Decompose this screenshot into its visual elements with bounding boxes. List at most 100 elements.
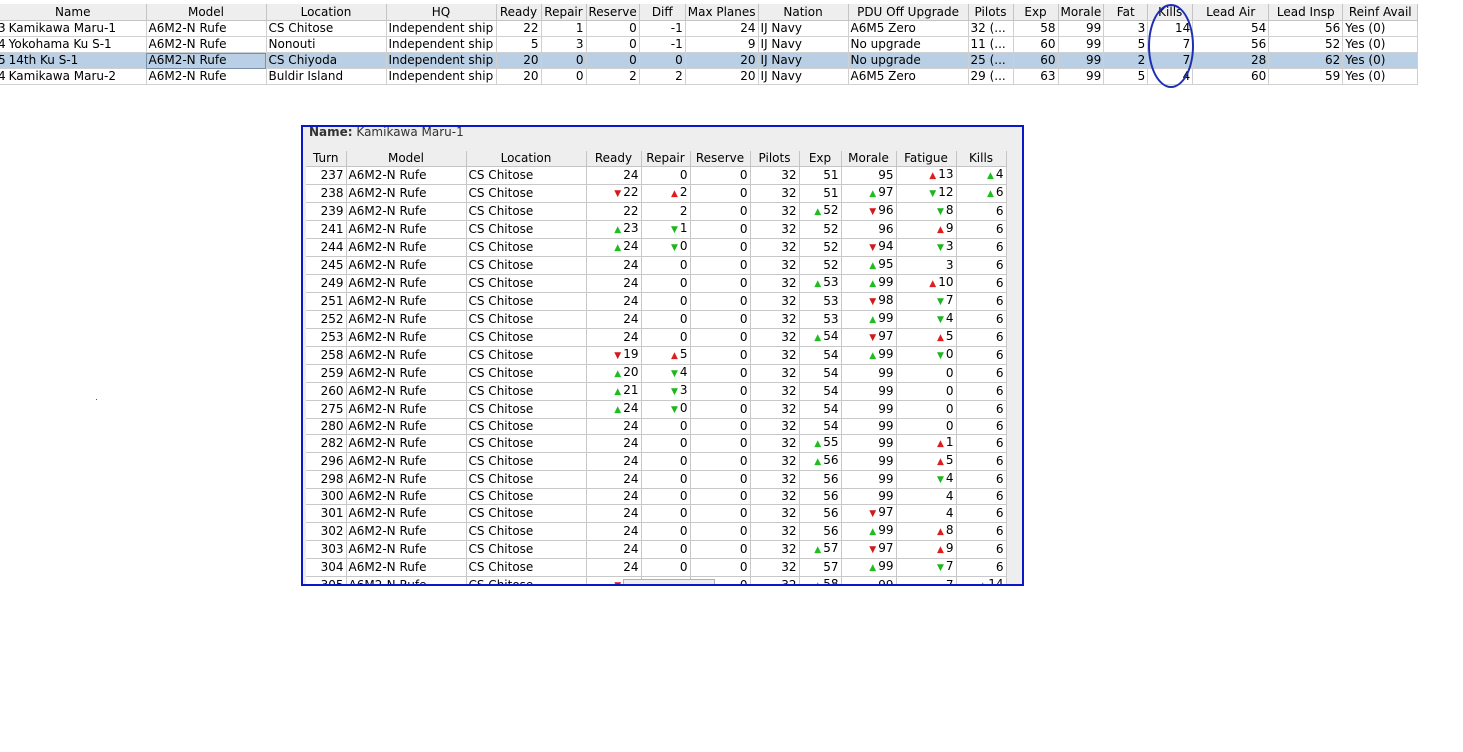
column-header-morale[interactable]: Morale xyxy=(1058,4,1105,21)
cell-morale[interactable]: 99 xyxy=(1058,20,1105,37)
history-row[interactable]: 259 A6M2-N Rufe CS Chitose ▲ 20 ▼ 4 0 32 54 99 0 6 xyxy=(306,364,1007,383)
column-header-reserve[interactable]: Reserve xyxy=(586,4,640,21)
column-header-kills[interactable]: Kills xyxy=(1147,4,1194,21)
history-row[interactable]: 245 A6M2-N Rufe CS Chitose 24 0 0 32 52 ▲ 95 3 6 xyxy=(306,256,1007,275)
cell-exp[interactable]: 58 xyxy=(1013,20,1059,37)
cell-name[interactable]: 4Kamikawa Maru-2 xyxy=(0,68,147,85)
column-header-ready[interactable]: Ready xyxy=(496,4,542,21)
cell-nation[interactable]: IJ Navy xyxy=(758,20,849,37)
cell-reserve[interactable]: 2 xyxy=(586,68,640,85)
cell-fat[interactable]: 5 xyxy=(1103,36,1149,53)
history-row[interactable]: 302 A6M2-N Rufe CS Chitose 24 0 0 32 56 ▲ 99 ▲ 8 6 xyxy=(306,522,1007,541)
history-row[interactable]: 252 A6M2-N Rufe CS Chitose 24 0 0 32 53 ▲ 99 ▼ 4 6 xyxy=(306,310,1007,329)
history-row[interactable]: 258 A6M2-N Rufe CS Chitose ▼ 19 ▲ 5 0 32 54 ▲ 99 ▼ 0 6 xyxy=(306,346,1007,365)
cell-repair[interactable]: 1 xyxy=(541,20,587,37)
history-header-repair[interactable]: Repair xyxy=(641,151,691,167)
history-row[interactable]: 260 A6M2-N Rufe CS Chitose ▲ 21 ▼ 3 0 32 54 99 0 6 xyxy=(306,382,1007,401)
cell-hq[interactable]: Independent ship xyxy=(386,20,497,37)
cell-pdu-off-upgrade[interactable]: No upgrade xyxy=(848,36,969,53)
history-row[interactable]: 237 A6M2-N Rufe CS Chitose 24 0 0 32 51 95 ▲ 13 ▲ 4 xyxy=(306,166,1007,185)
cell-diff[interactable]: -1 xyxy=(639,36,686,53)
cell-lead-insp[interactable]: 56 xyxy=(1268,20,1344,37)
history-row[interactable]: 253 A6M2-N Rufe CS Chitose 24 0 0 32 ▲ 54 ▼ 97 ▲ 5 6 xyxy=(306,328,1007,347)
cell-lead-air[interactable]: 54 xyxy=(1192,20,1270,37)
cell-nation[interactable]: IJ Navy xyxy=(758,52,849,69)
cell-hq[interactable]: Independent ship xyxy=(386,36,497,53)
history-header-pilots[interactable]: Pilots xyxy=(750,151,800,167)
cell-ready[interactable]: 5 xyxy=(496,36,542,53)
cell-repair[interactable]: 0 xyxy=(541,68,587,85)
column-header-fat[interactable]: Fat xyxy=(1103,4,1149,21)
cell-model[interactable]: A6M2-N Rufe xyxy=(146,36,267,53)
cell-lead-insp[interactable]: 62 xyxy=(1268,52,1344,69)
history-row[interactable]: 241 A6M2-N Rufe CS Chitose ▲ 23 ▼ 1 0 32 52 96 ▲ 9 6 xyxy=(306,220,1007,239)
history-header-turn[interactable]: Turn xyxy=(306,151,347,167)
cell-reinf-avail[interactable]: Yes (0) xyxy=(1342,52,1419,69)
cell-exp[interactable]: 60 xyxy=(1013,52,1059,69)
history-row[interactable]: 244 A6M2-N Rufe CS Chitose ▲ 24 ▼ 0 0 32 52 ▼ 94 ▼ 3 6 xyxy=(306,238,1007,257)
cell-location[interactable]: Buldir Island xyxy=(266,68,387,85)
history-header-morale[interactable]: Morale xyxy=(841,151,897,167)
cell-model[interactable]: A6M2-N Rufe xyxy=(146,20,267,37)
cell-reinf-avail[interactable]: Yes (0) xyxy=(1342,68,1419,85)
column-header-nation[interactable]: Nation xyxy=(758,4,849,21)
history-row[interactable]: 296 A6M2-N Rufe CS Chitose 24 0 0 32 ▲ 56 99 ▲ 5 6 xyxy=(306,452,1007,471)
history-header-fatigue[interactable]: Fatigue xyxy=(896,151,957,167)
cell-fat[interactable]: 3 xyxy=(1103,20,1149,37)
cell-location[interactable]: Nonouti xyxy=(266,36,387,53)
cell-model[interactable]: A6M2-N Rufe xyxy=(146,52,267,69)
column-header-model[interactable]: Model xyxy=(146,4,267,21)
cell-reinf-avail[interactable]: Yes (0) xyxy=(1342,36,1419,53)
history-row[interactable]: 280 A6M2-N Rufe CS Chitose 24 0 0 32 54 99 0 6 xyxy=(306,418,1007,435)
cell-name[interactable]: 514th Ku S-1 xyxy=(0,52,147,69)
cell-fat[interactable]: 5 xyxy=(1103,68,1149,85)
history-row[interactable]: 238 A6M2-N Rufe CS Chitose ▼ 22 ▲ 2 0 32 51 ▲ 97 ▼ 12… xyxy=(306,184,1007,203)
cell-lead-air[interactable]: 60 xyxy=(1192,68,1270,85)
cell-lead-air[interactable]: 28 xyxy=(1192,52,1270,69)
column-header-name[interactable]: Name xyxy=(0,4,147,21)
table-row[interactable]: 514th Ku S-1A6M2-N RufeCS ChiyodaIndepen… xyxy=(0,52,1419,69)
table-row[interactable]: 4Kamikawa Maru-2A6M2-N RufeBuldir Island… xyxy=(0,68,1419,85)
cell-max-planes[interactable]: 20 xyxy=(685,52,759,69)
cell-nation[interactable]: IJ Navy xyxy=(758,68,849,85)
column-header-hq[interactable]: HQ xyxy=(386,4,497,21)
column-header-lead-air[interactable]: Lead Air xyxy=(1192,4,1270,21)
cell-pdu-off-upgrade[interactable]: A6M5 Zero xyxy=(848,20,969,37)
cell-morale[interactable]: 99 xyxy=(1058,36,1105,53)
history-row[interactable]: 282 A6M2-N Rufe CS Chitose 24 0 0 32 ▲ 55 99 ▲ 1 6 xyxy=(306,434,1007,453)
cell-morale[interactable]: 99 xyxy=(1058,68,1105,85)
cell-diff[interactable]: 0 xyxy=(639,52,686,69)
cell-hq[interactable]: Independent ship xyxy=(386,52,497,69)
cell-nation[interactable]: IJ Navy xyxy=(758,36,849,53)
history-row[interactable]: 239 A6M2-N Rufe CS Chitose 22 2 0 32 ▲ 52 ▼ 96 ▼ 8 6 xyxy=(306,202,1007,221)
history-header-exp[interactable]: Exp xyxy=(799,151,842,167)
history-header-model[interactable]: Model xyxy=(346,151,467,167)
cell-location[interactable]: CS Chiyoda xyxy=(266,52,387,69)
history-row[interactable]: 303 A6M2-N Rufe CS Chitose 24 0 0 32 ▲ 57 ▼ 97 ▲ 9 6 xyxy=(306,540,1007,559)
cell-reserve[interactable]: 0 xyxy=(586,36,640,53)
history-header-ready[interactable]: Ready xyxy=(586,151,642,167)
column-header-lead-insp[interactable]: Lead Insp xyxy=(1268,4,1344,21)
cell-pilots[interactable]: 32 (... xyxy=(968,20,1014,37)
history-row[interactable]: 249 A6M2-N Rufe CS Chitose 24 0 0 32 ▲ 53 ▲ 99 ▲ 10 6 xyxy=(306,274,1007,293)
cell-pilots[interactable]: 25 (... xyxy=(968,52,1014,69)
cell-lead-insp[interactable]: 59 xyxy=(1268,68,1344,85)
history-header-kills[interactable]: Kills xyxy=(956,151,1007,167)
cell-max-planes[interactable]: 24 xyxy=(685,20,759,37)
cell-pilots[interactable]: 29 (... xyxy=(968,68,1014,85)
column-header-max-planes[interactable]: Max Planes xyxy=(685,4,759,21)
cell-model[interactable]: A6M2-N Rufe xyxy=(146,68,267,85)
cell-reserve[interactable]: 0 xyxy=(586,20,640,37)
column-header-pdu-off-upgrade[interactable]: PDU Off Upgrade xyxy=(848,4,969,21)
cell-diff[interactable]: -1 xyxy=(639,20,686,37)
table-row[interactable]: 4Yokohama Ku S-1A6M2-N RufeNonoutiIndepe… xyxy=(0,36,1419,53)
cell-exp[interactable]: 63 xyxy=(1013,68,1059,85)
history-row[interactable]: 300 A6M2-N Rufe CS Chitose 24 0 0 32 56 99 4 6 xyxy=(306,488,1007,505)
horizontal-scrollbar[interactable] xyxy=(623,579,715,584)
cell-pdu-off-upgrade[interactable]: A6M5 Zero xyxy=(848,68,969,85)
cell-reserve[interactable]: 0 xyxy=(586,52,640,69)
cell-hq[interactable]: Independent ship xyxy=(386,68,497,85)
column-header-diff[interactable]: Diff xyxy=(639,4,686,21)
cell-max-planes[interactable]: 9 xyxy=(685,36,759,53)
cell-ready[interactable]: 20 xyxy=(496,52,542,69)
